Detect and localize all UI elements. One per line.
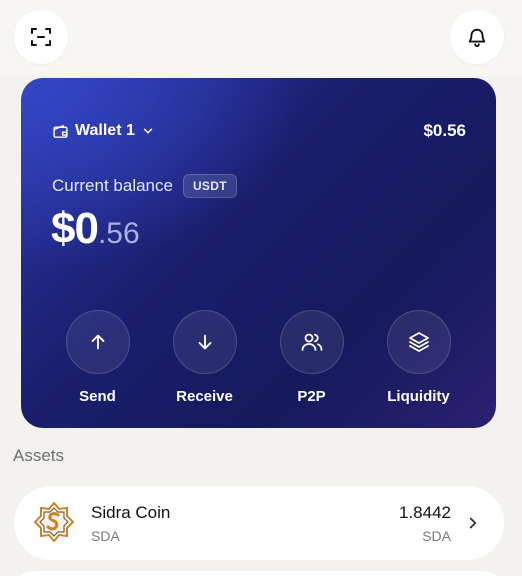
- users-icon: [301, 333, 322, 351]
- bell-icon: [468, 28, 486, 48]
- wallet-total: $0.56: [423, 121, 466, 140]
- send-action[interactable]: Send: [44, 310, 151, 405]
- asset-amount: 1.8442: [399, 503, 451, 522]
- p2p-button[interactable]: [279, 310, 344, 374]
- wallet-selector[interactable]: Wallet 1: [52, 122, 155, 140]
- liquidity-button[interactable]: [386, 310, 451, 374]
- wallet-icon: [53, 124, 68, 138]
- asset-name: Sidra Coin: [91, 503, 171, 522]
- notifications-button[interactable]: [450, 10, 504, 64]
- liquidity-action[interactable]: Liquidity: [365, 310, 472, 405]
- scan-icon: [31, 28, 51, 46]
- receive-label: Receive: [176, 388, 233, 405]
- asset-amount-symbol: SDA: [422, 528, 451, 544]
- receive-button[interactable]: [172, 310, 237, 374]
- top-bar: [0, 0, 522, 76]
- asset-row-sidra-coin[interactable]: Sidra Coin SDA 1.8442 SDA: [14, 486, 504, 560]
- current-balance-label: Current balance: [52, 176, 173, 195]
- asset-row-next[interactable]: [14, 571, 504, 576]
- balance-amount: $0 .56: [51, 204, 140, 254]
- chevron-down-icon: [143, 128, 153, 134]
- quick-actions: Send Receive P2P Liquidity: [21, 310, 496, 405]
- liquidity-label: Liquidity: [387, 388, 450, 405]
- wallet-name: Wallet 1: [75, 122, 135, 139]
- send-label: Send: [79, 388, 116, 405]
- scan-button[interactable]: [14, 10, 68, 64]
- sidra-coin-logo: [34, 502, 74, 542]
- asset-symbol: SDA: [91, 528, 120, 544]
- p2p-label: P2P: [297, 388, 326, 405]
- receive-action[interactable]: Receive: [151, 310, 258, 405]
- balance-decimal: .56: [97, 217, 140, 250]
- layers-icon: [408, 332, 429, 352]
- balance-main: $0: [51, 204, 99, 253]
- wallet-card: Wallet 1 $0.56 Current balance USDT $0 .…: [21, 78, 496, 428]
- currency-badge: USDT: [182, 174, 237, 198]
- assets-heading: Assets: [13, 446, 65, 465]
- p2p-action[interactable]: P2P: [258, 310, 365, 405]
- current-balance-row: Current balance USDT: [52, 174, 237, 198]
- arrow-up-icon: [91, 334, 104, 350]
- arrow-down-icon: [198, 334, 211, 350]
- chevron-right-icon: [469, 517, 477, 529]
- send-button[interactable]: [65, 310, 130, 374]
